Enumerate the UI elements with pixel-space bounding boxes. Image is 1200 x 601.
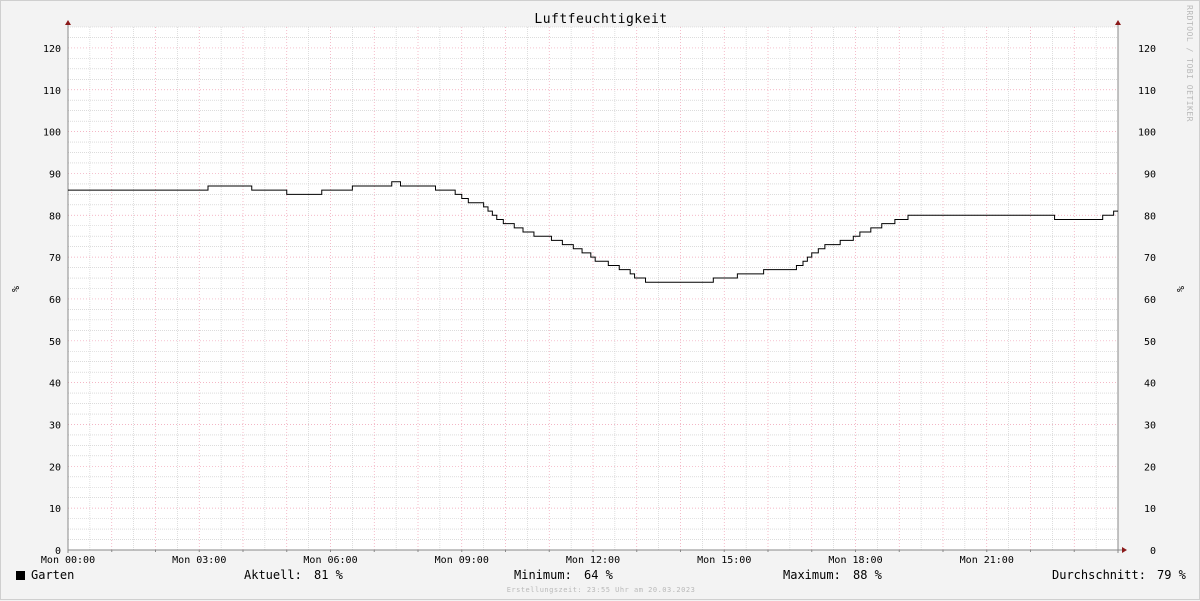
chart-frame: Luftfeuchtigkeit RRDTOOL / TOBI OETIKER … [0, 0, 1200, 600]
x-tick-label: Mon 09:00 [435, 555, 489, 566]
legend-current-value: 81 % [314, 568, 343, 582]
legend-row: Garten Aktuell: 81 % Minimum: 64 % Maxim… [1, 568, 1200, 584]
y-tick-label-left: 90 [49, 169, 61, 180]
x-axis-arrow [1122, 547, 1127, 553]
y-tick-label-left: 50 [49, 337, 61, 348]
legend-min-value: 64 % [584, 568, 613, 582]
y-tick-label-right: 110 [1138, 86, 1156, 97]
y-tick-label-right: 70 [1144, 253, 1156, 264]
y-tick-label-left: 60 [49, 295, 61, 306]
y-tick-label-right: 50 [1144, 337, 1156, 348]
y-tick-label-left: 120 [43, 44, 61, 55]
y-tick-labels-right: 0 10 20 30 40 50 60 70 80 90 100 110 120 [1138, 44, 1156, 557]
legend-max-label: Maximum: [783, 568, 841, 582]
chart-plot: 0 10 20 30 40 50 60 70 80 90 100 110 120 0 10 20 30 40 50… [9, 20, 1185, 566]
x-tick-labels: Mon 00:00 Mon 03:00 Mon 06:00 Mon 09:00 Mon … [41, 555, 1014, 566]
y-tick-label-right: 120 [1138, 44, 1156, 55]
y-tick-label-left: 110 [43, 86, 61, 97]
legend-max-value: 88 % [853, 568, 882, 582]
y-tick-label-right: 30 [1144, 420, 1156, 431]
y-tick-label-right: 100 [1138, 128, 1156, 139]
legend-avg-label: Durchschnitt: [1052, 568, 1146, 582]
x-tick-label: Mon 00:00 [41, 555, 95, 566]
x-tick-label: Mon 12:00 [566, 555, 620, 566]
legend-series-name: Garten [31, 568, 75, 582]
y-tick-label-right: 20 [1144, 462, 1156, 473]
y-tick-label-right: 60 [1144, 295, 1156, 306]
x-tick-label: Mon 18:00 [828, 555, 882, 566]
legend-avg-value: 79 % [1157, 568, 1186, 582]
legend-min-label: Minimum: [514, 568, 572, 582]
y-tick-label-right: 0 [1150, 546, 1156, 557]
y-axis-arrow-left [65, 20, 71, 25]
legend-swatch [16, 571, 25, 580]
legend-current-label: Aktuell: [244, 568, 302, 582]
y-tick-label-left: 70 [49, 253, 61, 264]
y-tick-label-left: 80 [49, 211, 61, 222]
y-axis-arrow-right [1115, 20, 1121, 25]
y-axis-label-left: % [9, 286, 20, 292]
x-tick-label: Mon 06:00 [303, 555, 357, 566]
y-tick-label-left: 10 [49, 504, 61, 515]
y-tick-label-left: 40 [49, 379, 61, 390]
creation-time-footer: Erstellungszeit: 23:55 Uhr am 20.03.2023 [506, 586, 696, 594]
y-tick-label-left: 20 [49, 462, 61, 473]
y-tick-label-right: 10 [1144, 504, 1156, 515]
x-tick-label: Mon 21:00 [960, 555, 1014, 566]
y-tick-label-right: 40 [1144, 379, 1156, 390]
x-tick-label: Mon 03:00 [172, 555, 226, 566]
x-tick-label: Mon 15:00 [697, 555, 751, 566]
y-axis-label-right: % [1174, 286, 1185, 292]
y-tick-labels-left: 0102030405060708090100110120 [43, 44, 61, 557]
y-tick-label-left: 30 [49, 420, 61, 431]
y-tick-label-left: 100 [43, 128, 61, 139]
y-tick-label-right: 80 [1144, 211, 1156, 222]
y-tick-label-right: 90 [1144, 169, 1156, 180]
